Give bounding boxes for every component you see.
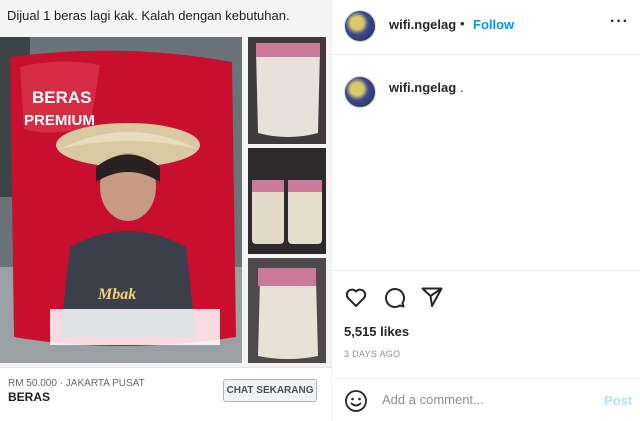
- follow-button[interactable]: Follow: [473, 17, 514, 32]
- post-date: 3 DAYS AGO: [344, 349, 401, 359]
- header-username[interactable]: wifi.ngelag: [389, 17, 456, 32]
- comment-input[interactable]: [382, 392, 582, 407]
- listing-title: BERAS: [8, 390, 51, 404]
- post-actions: 5,515 likes 3 DAYS AGO: [332, 270, 640, 380]
- bag-text-premium: PREMIUM: [24, 112, 95, 129]
- more-options-button[interactable]: ···: [610, 13, 629, 31]
- add-comment-bar: Post: [332, 378, 640, 421]
- bag-text-beras: BERAS: [32, 88, 92, 107]
- post-sidebar: wifi.ngelag • Follow ··· wifi.ngelag . 5…: [331, 0, 640, 421]
- heart-icon[interactable]: [344, 285, 368, 309]
- thumbnail-2[interactable]: [248, 148, 326, 254]
- comment-text: .: [460, 80, 464, 95]
- rice-bag-photo[interactable]: BERAS PREMIUM Mbak: [0, 37, 242, 363]
- likes-count[interactable]: 5,515 likes: [344, 324, 409, 339]
- thumbnail-3[interactable]: [248, 258, 326, 363]
- post-comment-button[interactable]: Post: [604, 393, 632, 408]
- smiley-icon[interactable]: [344, 389, 368, 413]
- post-header: wifi.ngelag • Follow ···: [332, 0, 640, 55]
- listing-caption: Dijual 1 beras lagi kak. Kalah dengan ke…: [7, 8, 290, 23]
- comment-username[interactable]: wifi.ngelag: [389, 80, 456, 95]
- bag-text-mbak: Mbak: [97, 286, 136, 303]
- comment-bubble-icon[interactable]: [382, 285, 406, 309]
- comment-avatar[interactable]: [344, 76, 376, 108]
- thumbnail-1[interactable]: [248, 37, 326, 144]
- price-location: RM 50.000 · JAKARTA PUSAT: [8, 378, 145, 389]
- header-separator: •: [460, 16, 465, 31]
- avatar[interactable]: [344, 10, 376, 42]
- paper-plane-icon[interactable]: [420, 285, 444, 309]
- listing-info-bar: RM 50.000 · JAKARTA PUSAT BERAS CHAT SEK…: [0, 367, 331, 421]
- listing-screenshot: Dijual 1 beras lagi kak. Kalah dengan ke…: [0, 0, 331, 421]
- chat-now-button[interactable]: CHAT SEKARANG: [223, 379, 317, 402]
